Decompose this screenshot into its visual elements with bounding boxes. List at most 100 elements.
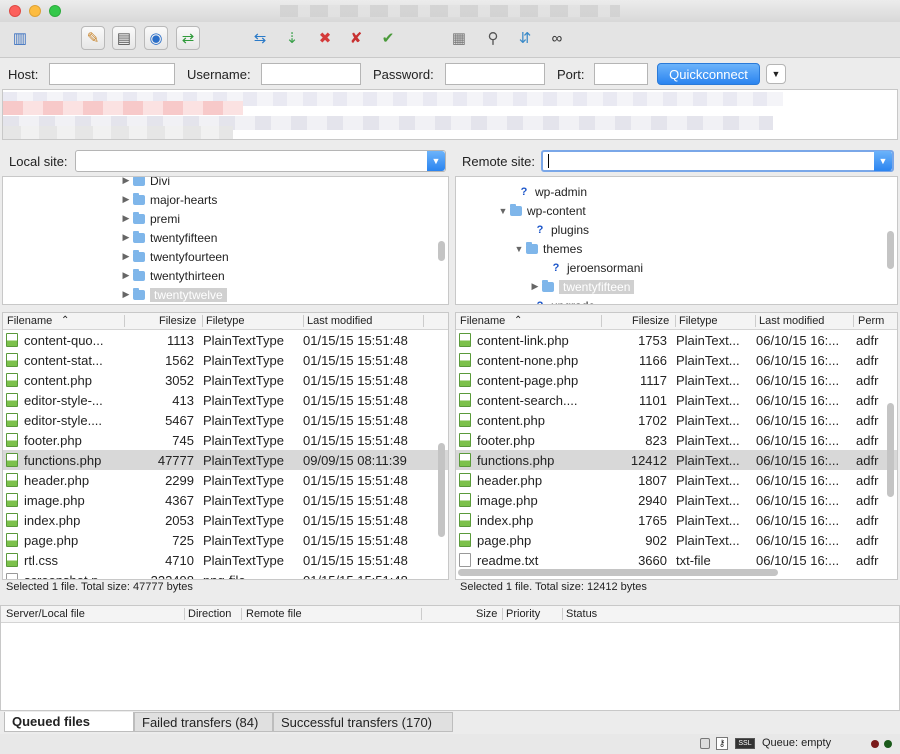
local-tree-scrollbar[interactable] [438, 241, 445, 261]
chevron-right-icon[interactable]: ▶ [119, 232, 133, 243]
username-input[interactable] [261, 63, 361, 85]
sync-browse-icon[interactable]: ⇵ [513, 26, 537, 50]
file-row[interactable]: index.php 2053 PlainTextType 01/15/15 15:51… [3, 510, 448, 530]
file-row[interactable]: content.php 1702 PlainText... 06/10/15 16:.… [456, 410, 897, 430]
column-header-filename[interactable]: Filename [460, 315, 505, 327]
close-window-button[interactable] [9, 5, 21, 17]
file-row[interactable]: footer.php 745 PlainTextType 01/15/15 15:51… [3, 430, 448, 450]
chevron-down-icon[interactable]: ▼ [496, 206, 510, 216]
file-row[interactable]: functions.php 12412 PlainText... 06/10/15 1… [456, 450, 897, 470]
column-header-permissions[interactable]: Perm [858, 315, 884, 327]
column-header-filesize[interactable]: Filesize [159, 315, 196, 327]
column-header-filesize[interactable]: Filesize [632, 315, 669, 327]
message-log-icon[interactable]: ✎ [81, 26, 105, 50]
file-row[interactable]: content-none.php 1166 PlainText... 06/10/15… [456, 350, 897, 370]
tree-node[interactable]: ? jeroensormani [536, 258, 643, 277]
minimize-window-button[interactable] [29, 5, 41, 17]
tree-node[interactable]: ▶ premi [119, 209, 180, 228]
column-header-direction[interactable]: Direction [188, 608, 231, 620]
tree-node[interactable]: ? wp-admin [504, 182, 587, 201]
column-header-filetype[interactable]: Filetype [206, 315, 245, 327]
column-header-last-modified[interactable]: Last modified [307, 315, 372, 327]
tab-failed-transfers[interactable]: Failed transfers (84) [134, 712, 273, 732]
file-row[interactable]: readme.txt 3660 txt-file 06/10/15 16:... adf… [456, 550, 897, 570]
file-row[interactable]: screenshot.p... 222498 png-file 01/15/15 15… [3, 570, 448, 579]
column-header-filename[interactable]: Filename [7, 315, 52, 327]
file-row[interactable]: index.php 1765 PlainText... 06/10/15 16:...… [456, 510, 897, 530]
file-row[interactable]: image.php 4367 PlainTextType 01/15/15 15:51… [3, 490, 448, 510]
chevron-right-icon[interactable]: ▶ [119, 213, 133, 224]
file-row[interactable]: rtl.css 4710 PlainTextType 01/15/15 15:51:4… [3, 550, 448, 570]
file-row[interactable]: content.php 3052 PlainTextType 01/15/15 15:… [3, 370, 448, 390]
remote-file-list-scrollbar-vertical[interactable] [887, 403, 894, 497]
chevron-right-icon[interactable]: ▶ [119, 251, 133, 262]
compare-icon[interactable]: ⚲ [481, 26, 505, 50]
tree-node[interactable]: ▶ major-hearts [119, 190, 217, 209]
file-row[interactable]: header.php 1807 PlainText... 06/10/15 16:..… [456, 470, 897, 490]
chevron-down-icon[interactable]: ▼ [512, 244, 526, 254]
file-row[interactable]: content-stat... 1562 PlainTextType 01/15/15… [3, 350, 448, 370]
file-row[interactable]: editor-style-... 413 PlainTextType 01/15/15… [3, 390, 448, 410]
disconnect-icon[interactable]: ✘ [344, 26, 368, 50]
remote-site-input[interactable]: ▼ [541, 150, 894, 172]
file-row[interactable]: content-link.php 1753 PlainText... 06/10/15… [456, 330, 897, 350]
column-header-filetype[interactable]: Filetype [679, 315, 718, 327]
remote-site-dropdown[interactable]: ▼ [874, 151, 892, 171]
search-icon[interactable]: ∞ [545, 26, 569, 50]
column-header-last-modified[interactable]: Last modified [759, 315, 824, 327]
remote-tree-scrollbar[interactable] [887, 231, 894, 269]
tree-node[interactable]: ▶ Divi [119, 177, 170, 190]
cancel-icon[interactable]: ✖ [313, 26, 337, 50]
process-queue-icon[interactable]: ⇣ [280, 26, 304, 50]
filter-icon[interactable]: ▦ [447, 26, 471, 50]
column-header-size[interactable]: Size [476, 608, 497, 620]
column-header-priority[interactable]: Priority [506, 608, 540, 620]
column-header-server-local-file[interactable]: Server/Local file [6, 608, 85, 620]
file-row[interactable]: image.php 2940 PlainText... 06/10/15 16:...… [456, 490, 897, 510]
local-site-dropdown[interactable]: ▼ [427, 151, 445, 171]
quickconnect-dropdown-button[interactable]: ▼ [766, 64, 786, 84]
column-header-status[interactable]: Status [566, 608, 597, 620]
tree-node[interactable]: ?upgrade [520, 296, 595, 305]
directory-tree-icon[interactable]: ▤ [112, 26, 136, 50]
file-row[interactable]: content-page.php 1117 PlainText... 06/10/15… [456, 370, 897, 390]
tree-node[interactable]: ▼ themes [512, 239, 582, 258]
file-size: 1117 [640, 373, 667, 388]
reconnect-icon[interactable]: ✔ [376, 26, 400, 50]
local-file-list-scrollbar[interactable] [438, 443, 445, 537]
file-row[interactable]: content-search.... 1101 PlainText... 06/10/… [456, 390, 897, 410]
file-row[interactable]: header.php 2299 PlainTextType 01/15/15 15:5… [3, 470, 448, 490]
site-manager-icon[interactable]: ▥ [8, 26, 32, 50]
tree-node[interactable]: ▶ twentyfourteen [119, 247, 229, 266]
tree-node[interactable]: ? plugins [520, 220, 589, 239]
host-input[interactable] [49, 63, 175, 85]
chevron-right-icon[interactable]: ▶ [119, 270, 133, 281]
local-site-input[interactable]: ▼ [75, 150, 446, 172]
file-row[interactable]: footer.php 823 PlainText... 06/10/15 16:...… [456, 430, 897, 450]
tree-node[interactable]: ▼ wp-content [496, 201, 586, 220]
chevron-right-icon[interactable]: ▶ [119, 177, 133, 186]
chevron-right-icon[interactable]: ▶ [119, 289, 133, 300]
remote-file-list-scrollbar-horizontal[interactable] [458, 569, 778, 576]
refresh-icon[interactable]: ⇆ [248, 26, 272, 50]
chevron-right-icon[interactable]: ▶ [119, 194, 133, 205]
quickconnect-button[interactable]: Quickconnect [657, 63, 760, 85]
tree-node[interactable]: ▶ twentyfifteen [119, 228, 217, 247]
zoom-window-button[interactable] [49, 5, 61, 17]
file-row[interactable]: page.php 902 PlainText... 06/10/15 16:... ad… [456, 530, 897, 550]
tree-node-selected[interactable]: ▶ twentytwelve [119, 285, 227, 304]
tab-queued-files[interactable]: Queued files [4, 712, 134, 732]
file-row[interactable]: content-quo... 1113 PlainTextType 01/15/15 … [3, 330, 448, 350]
file-row[interactable]: editor-style.... 5467 PlainTextType 01/15/1… [3, 410, 448, 430]
remote-tree-icon[interactable]: ◉ [144, 26, 168, 50]
chevron-right-icon[interactable]: ▶ [528, 281, 542, 292]
password-input[interactable] [445, 63, 545, 85]
port-input[interactable] [594, 63, 648, 85]
file-row[interactable]: page.php 725 PlainTextType 01/15/15 15:51:4… [3, 530, 448, 550]
transfer-queue-icon[interactable]: ⇄ [176, 26, 200, 50]
tree-node[interactable]: ▶ twentythirteen [119, 266, 225, 285]
column-header-remote-file[interactable]: Remote file [246, 608, 302, 620]
tree-node-selected[interactable]: ▶ twentyfifteen [528, 277, 635, 296]
file-row[interactable]: functions.php 47777 PlainTextType 09/09/15 … [3, 450, 448, 470]
tab-successful-transfers[interactable]: Successful transfers (170) [273, 712, 453, 732]
